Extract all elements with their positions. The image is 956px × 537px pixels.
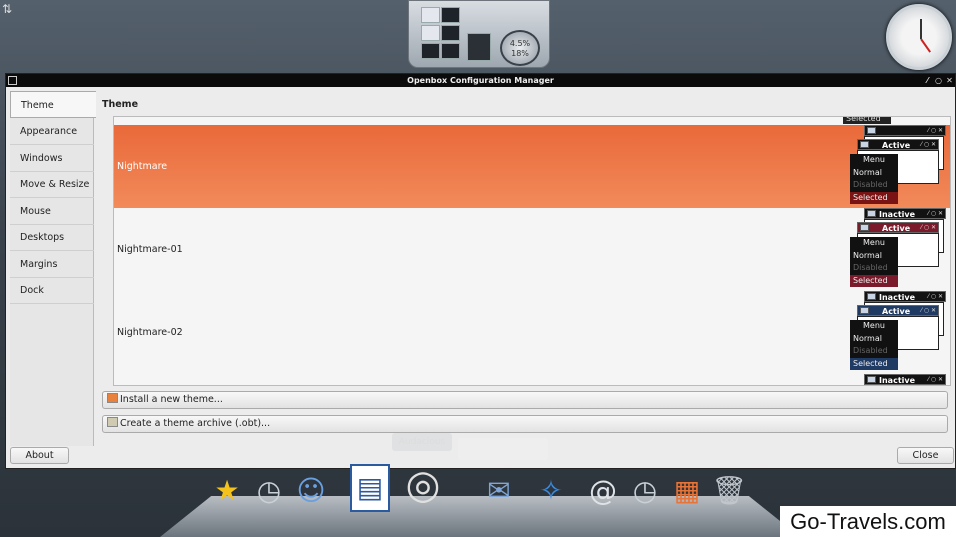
maximize-button[interactable]: ○ [933,74,944,87]
mail-icon[interactable]: ✉ [480,472,518,510]
star-icon[interactable]: ★ [208,472,246,510]
about-button[interactable]: About [10,447,69,464]
desktop-4[interactable] [441,25,460,41]
desktop-5[interactable] [421,43,440,59]
sidebar-item-mouse[interactable]: Mouse [10,198,94,225]
theme-name: Nightmare-02 [117,327,183,338]
theme-row-nightmare[interactable]: Nightmare [114,125,950,208]
sidebar: Theme Appearance Windows Move & Resize M… [10,91,96,446]
install-theme-button[interactable]: Install a new theme... [102,391,948,409]
sidebar-item-margins[interactable]: Margins [10,251,94,278]
theme-preview-nightmare-02: Inactive ⁄ ○ ✕ Active ⁄ ○ ✕ Menu Normal Di… [850,291,946,385]
dock-ghost [458,438,548,460]
sidebar-item-appearance[interactable]: Appearance [10,118,94,145]
time-machine-icon[interactable]: ◷ [250,472,288,510]
theme-preview-nightmare-01: Inactive ⁄ ○ ✕ Active ⁄ ○ ✕ Menu Normal Di… [850,208,946,291]
preview-stub-selected: Selected [843,117,891,124]
cpu-gauge-value-2: 18% [511,49,529,58]
desktop-3[interactable] [421,25,440,41]
switch-widget[interactable] [467,33,491,61]
trash-icon[interactable]: 🗑 [710,472,748,510]
finder-icon[interactable]: ☺ [292,472,330,510]
time-machine-2-icon[interactable]: ◷ [626,472,664,510]
create-archive-button[interactable]: Create a theme archive (.obt)... [102,415,948,433]
desktop-2[interactable] [441,7,460,23]
cpu-gauge: 4.5% 18% [500,30,540,66]
at-icon[interactable]: @ [584,472,622,510]
close-button[interactable]: Close [897,447,954,464]
desktop-1[interactable] [421,7,440,23]
window-titlebar: Openbox Configuration Manager ⁄ ○ ✕ [6,74,955,87]
watermark: Go-Travels.com [780,506,956,537]
safari-icon[interactable]: ✧ [532,472,570,510]
sidebar-item-desktops[interactable]: Desktops [10,224,94,251]
config-window: Openbox Configuration Manager ⁄ ○ ✕ Them… [5,73,956,469]
shade-button[interactable]: ⁄ [922,74,933,87]
sidebar-item-dock[interactable]: Dock [10,277,94,304]
clock-widget [886,4,952,70]
window-icon [8,76,17,85]
close-window-button[interactable]: ✕ [944,74,955,87]
sidebar-item-windows[interactable]: Windows [10,145,94,172]
sidebar-item-theme[interactable]: Theme [10,91,96,118]
theme-name: Nightmare-01 [117,244,183,255]
theme-row-nightmare-02[interactable]: Nightmare-02 [114,291,950,374]
archive-icon [107,417,118,427]
theme-row-nightmare-01[interactable]: Nightmare-01 [114,208,950,291]
window-title: Openbox Configuration Manager [407,76,554,85]
document-icon[interactable]: ▤ [350,464,390,512]
sidebar-item-move-resize[interactable]: Move & Resize [10,171,94,198]
theme-preview-nightmare: ⁄ ○ ✕ Active ⁄ ○ ✕ Menu Normal Disabled S… [850,125,946,208]
theme-list[interactable]: Selected Nightmare Nightmare-01 Nightmar… [113,116,951,386]
dock-tooltip: Audacious [392,433,452,451]
folder-icon [107,393,118,403]
section-title: Theme [102,99,139,110]
theme-name: Nightmare [117,161,168,172]
cpu-gauge-value-1: 4.5% [509,39,531,48]
cd-icon[interactable]: ◎ [400,462,446,508]
desktop-6[interactable] [441,43,460,59]
arrows-icon: ⇅ [2,2,13,16]
folder-icon[interactable]: ▦ [668,472,706,510]
